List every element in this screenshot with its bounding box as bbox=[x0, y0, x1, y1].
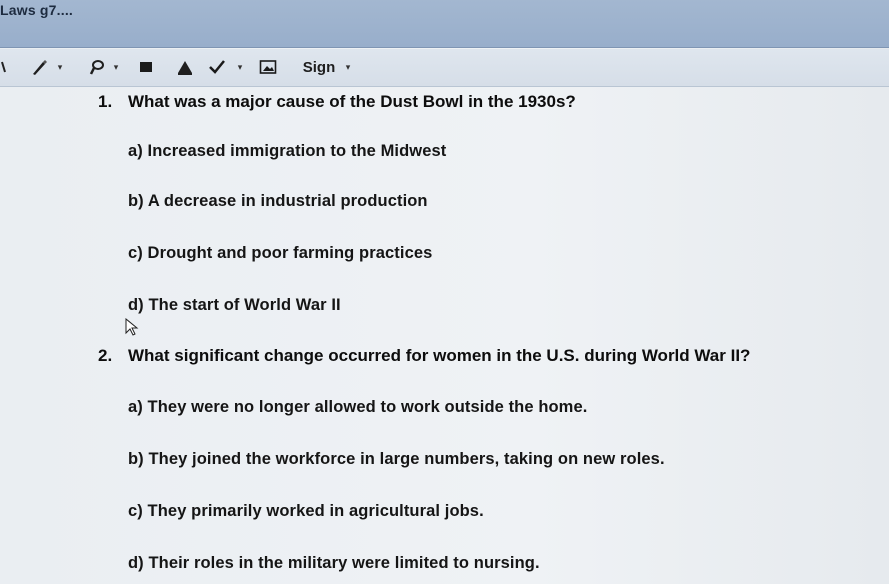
question-text: What was a major cause of the Dust Bowl … bbox=[128, 92, 576, 111]
answer-option[interactable]: d) Their roles in the military were limi… bbox=[128, 554, 540, 573]
question-1: 1. What was a major cause of the Dust Bow… bbox=[98, 92, 576, 112]
sign-options-chevron-down-icon[interactable]: ▾ bbox=[342, 57, 354, 77]
document-title: Laws g7.... bbox=[0, 2, 73, 18]
question-number: 2. bbox=[98, 346, 113, 365]
answer-option[interactable]: a) They were no longer allowed to work o… bbox=[128, 398, 587, 417]
sign-button[interactable]: Sign bbox=[298, 57, 340, 77]
question-number: 1. bbox=[98, 92, 113, 111]
color-swatch-icon[interactable] bbox=[136, 57, 156, 77]
answer-option[interactable]: c) Drought and poor farming practices bbox=[128, 244, 432, 263]
question-text: What significant change occurred for wom… bbox=[128, 346, 751, 365]
check-options-chevron-down-icon[interactable]: ▾ bbox=[234, 57, 246, 77]
answer-option[interactable]: a) Increased immigration to the Midwest bbox=[128, 142, 446, 161]
answer-option[interactable]: d) The start of World War II bbox=[128, 296, 341, 315]
answer-option[interactable]: c) They primarily worked in agricultural… bbox=[128, 502, 484, 521]
pen-icon[interactable] bbox=[28, 57, 50, 77]
pen-options-chevron-down-icon[interactable]: ▾ bbox=[54, 57, 66, 77]
mouse-pointer-icon bbox=[124, 317, 140, 341]
highlighter-options-chevron-down-icon[interactable]: ▾ bbox=[110, 57, 122, 77]
annotation-toolbar: ▾ ▾ ▾ Sign ▾ bbox=[0, 49, 889, 87]
answer-option[interactable]: b) A decrease in industrial production bbox=[128, 192, 428, 211]
toolbar-edge-marker bbox=[0, 57, 8, 77]
title-bar: Laws g7.... bbox=[0, 0, 889, 48]
image-icon[interactable] bbox=[258, 57, 278, 77]
answer-option[interactable]: b) They joined the workforce in large nu… bbox=[128, 450, 665, 469]
highlighter-icon[interactable] bbox=[86, 57, 108, 77]
eraser-icon[interactable] bbox=[174, 57, 196, 77]
question-2: 2. What significant change occurred for w… bbox=[98, 346, 750, 366]
checkmark-icon[interactable] bbox=[206, 57, 228, 77]
